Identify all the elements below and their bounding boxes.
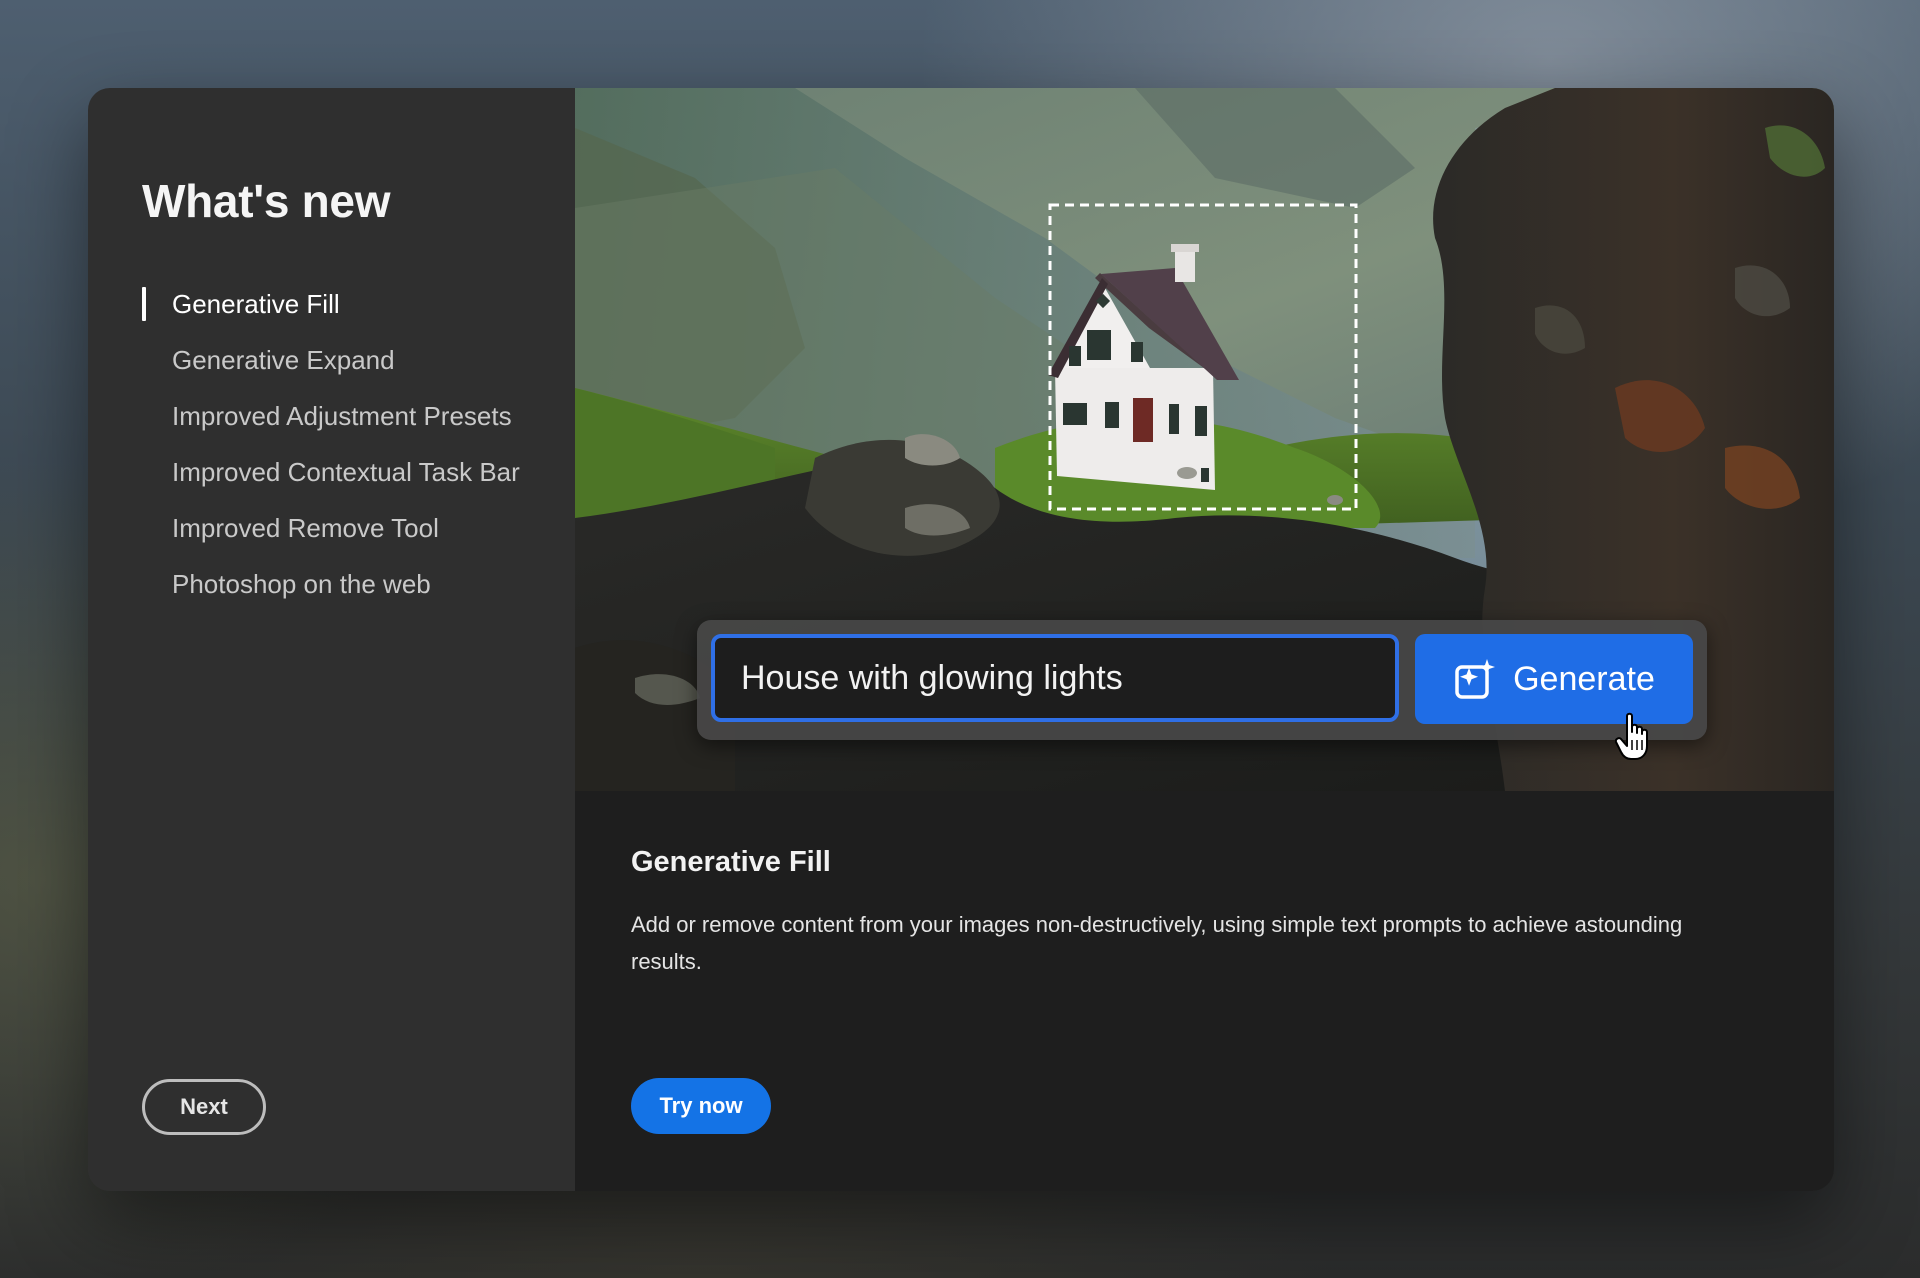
generate-label: Generate [1513, 659, 1655, 698]
dialog-title: What's new [142, 175, 391, 227]
nav-item-adjustment-presets[interactable]: Improved Adjustment Presets [142, 388, 520, 444]
nav-item-remove-tool[interactable]: Improved Remove Tool [142, 500, 520, 556]
feature-content: Generate Generative Fill Add or remove c… [575, 88, 1834, 1191]
hand-pointer-icon [1614, 712, 1655, 767]
nav-item-contextual-task-bar[interactable]: Improved Contextual Task Bar [142, 444, 520, 500]
nav-item-photoshop-web[interactable]: Photoshop on the web [142, 556, 520, 612]
feature-description: Add or remove content from your images n… [631, 912, 1683, 974]
feature-title: Generative Fill [631, 846, 831, 878]
sidebar: What's new Generative Fill Generative Ex… [88, 88, 575, 1191]
try-now-button[interactable]: Try now [631, 1078, 771, 1134]
next-button[interactable]: Next [142, 1079, 266, 1135]
prompt-input[interactable] [711, 634, 1399, 722]
whats-new-dialog: What's new Generative Fill Generative Ex… [88, 88, 1834, 1191]
feature-nav: Generative Fill Generative Expand Improv… [142, 276, 520, 612]
generative-fill-prompt-bar: Generate [697, 620, 1707, 740]
nav-item-generative-expand[interactable]: Generative Expand [142, 332, 520, 388]
nav-item-generative-fill[interactable]: Generative Fill [142, 276, 520, 332]
generate-button[interactable]: Generate [1415, 634, 1693, 724]
generative-fill-icon [1453, 657, 1497, 701]
